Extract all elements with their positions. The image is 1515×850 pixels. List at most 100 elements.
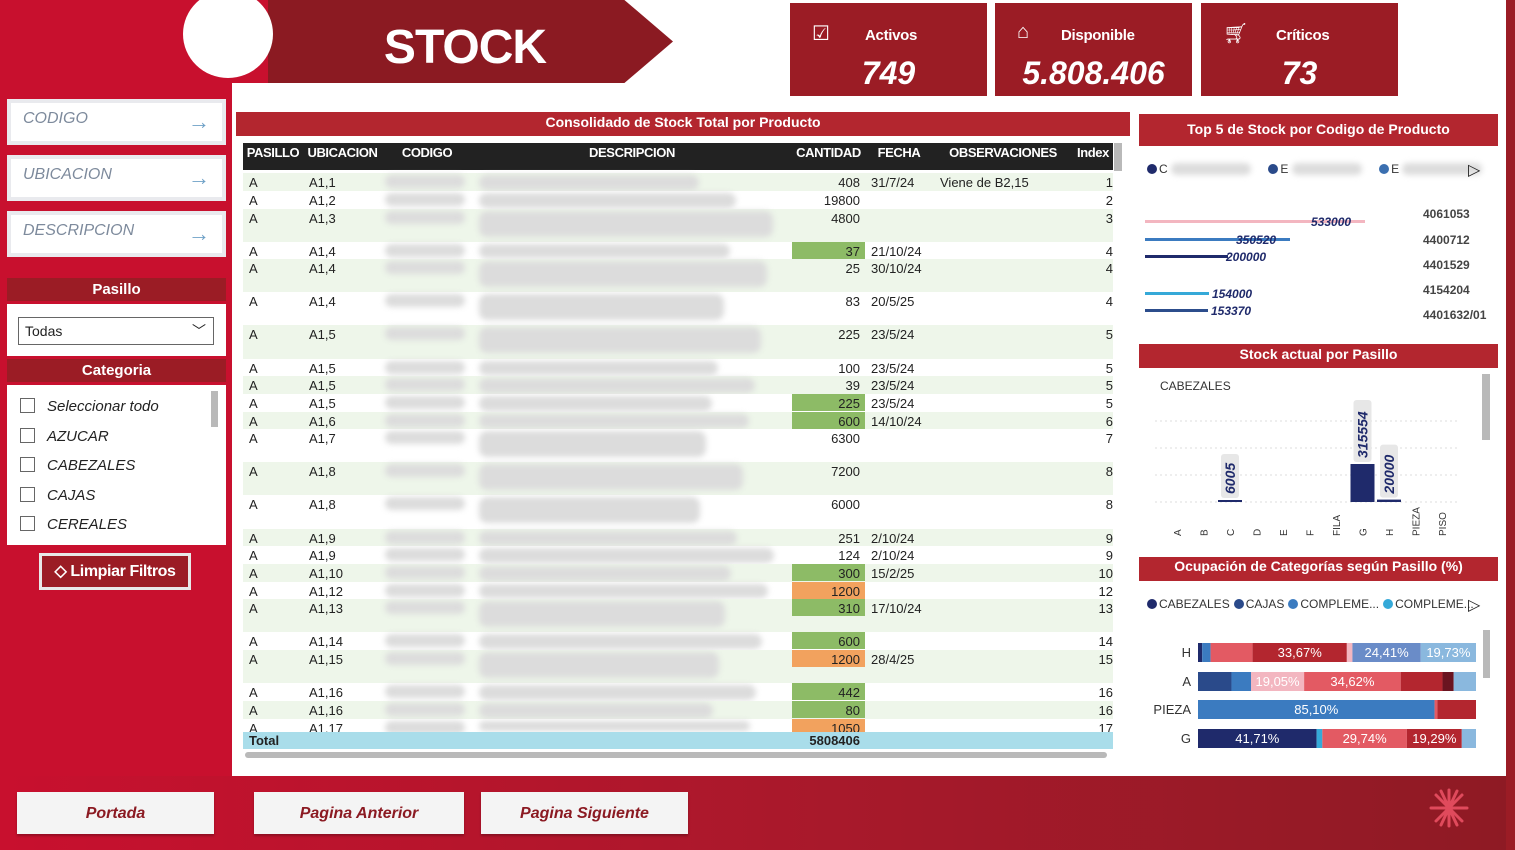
cell-ubicacion: A1,7 xyxy=(309,431,336,446)
table-row[interactable]: A A1,9 251 2/10/24 9 xyxy=(243,529,1113,546)
checkbox-icon[interactable] xyxy=(20,398,35,413)
cell-fecha: 14/10/24 xyxy=(871,414,922,429)
codigo-search[interactable]: CODIGO → xyxy=(7,99,226,145)
pasillo-chart-scrollbar[interactable] xyxy=(1482,374,1490,440)
checkbox-icon[interactable] xyxy=(20,428,35,443)
checkbox-icon[interactable] xyxy=(20,516,35,531)
table-row[interactable]: A A1,8 6000 8 xyxy=(243,495,1113,529)
col-header[interactable]: CANTIDAD xyxy=(792,145,865,160)
ocupacion-segment[interactable] xyxy=(1453,672,1476,691)
table-row[interactable]: A A1,17 1050 17 xyxy=(243,719,1113,736)
ocupacion-segment[interactable] xyxy=(1400,672,1443,691)
descripcion-search[interactable]: DESCRIPCION → xyxy=(7,211,226,257)
ocupacion-segment[interactable] xyxy=(1437,700,1476,719)
pasillo-tick-label: B xyxy=(1200,529,1211,536)
pasillo-dropdown[interactable]: Todas ﹀ xyxy=(18,317,214,345)
categoria-checkbox[interactable]: CAJAS xyxy=(20,487,95,504)
table-row[interactable]: A A1,16 80 16 xyxy=(243,701,1113,719)
arrow-right-icon[interactable]: → xyxy=(188,165,210,191)
table-row[interactable]: A A1,5 225 23/5/24 5 xyxy=(243,394,1113,412)
categoria-checkbox[interactable]: AZUCAR xyxy=(20,428,109,445)
cell-cantidad: 408 xyxy=(838,175,860,190)
categoria-checkbox[interactable]: CEREALES xyxy=(20,516,127,533)
pasillo-tick-label: H xyxy=(1385,529,1396,536)
table-total-row: Total 5808406 xyxy=(243,732,1113,749)
previous-page-button[interactable]: Pagina Anterior xyxy=(254,792,464,834)
ocupacion-segment[interactable] xyxy=(1198,672,1232,691)
redacted-codigo xyxy=(385,548,465,561)
ubicacion-search[interactable]: UBICACION → xyxy=(7,155,226,201)
checkbox-icon[interactable] xyxy=(20,457,35,472)
pasillo-tick-label: F xyxy=(1306,530,1317,536)
table-row[interactable]: A A1,5 225 23/5/24 5 xyxy=(243,325,1113,359)
col-header[interactable]: FECHA xyxy=(865,145,933,160)
cell-fecha: 20/5/25 xyxy=(871,294,915,309)
table-row[interactable]: A A1,16 442 16 xyxy=(243,683,1113,701)
top5-bar[interactable] xyxy=(1145,292,1209,295)
arrow-right-icon[interactable]: → xyxy=(188,109,210,135)
table-row[interactable]: A A1,8 7200 8 xyxy=(243,462,1113,495)
table-vertical-scrollbar[interactable] xyxy=(1114,143,1122,171)
cell-cantidad: 19800 xyxy=(823,193,860,208)
col-header[interactable]: UBICACION xyxy=(305,145,380,160)
table-horizontal-scrollbar[interactable] xyxy=(245,752,1107,758)
cell-ubicacion: A1,1 xyxy=(309,175,336,190)
table-row[interactable]: A A1,6 600 14/10/24 6 xyxy=(243,412,1113,429)
categoria-scrollbar[interactable] xyxy=(211,391,218,427)
ocupacion-segment[interactable] xyxy=(1346,643,1353,662)
col-header[interactable]: DESCRIPCION xyxy=(473,145,791,160)
checkbox-icon[interactable] xyxy=(20,487,35,502)
redacted-descripcion xyxy=(479,548,774,563)
table-row[interactable]: A A1,14 600 14 xyxy=(243,632,1113,650)
clear-filters-button[interactable]: ◇ Limpiar Filtros xyxy=(39,553,191,590)
ocupacion-segment[interactable] xyxy=(1198,643,1203,662)
table-row[interactable]: A A1,5 100 23/5/24 5 xyxy=(243,359,1113,376)
ocupacion-segment[interactable] xyxy=(1210,643,1253,662)
categoria-checkbox[interactable]: CABEZALES xyxy=(20,457,135,474)
ocupacion-segment[interactable] xyxy=(1434,700,1438,719)
ocupacion-segment[interactable] xyxy=(1316,729,1323,748)
col-header[interactable]: OBSERVACIONES xyxy=(933,145,1073,160)
cell-cantidad: 4800 xyxy=(831,211,860,226)
categoria-checkbox[interactable]: Seleccionar todo xyxy=(20,398,159,415)
table-row[interactable]: A A1,15 1200 28/4/25 15 xyxy=(243,650,1113,683)
ocupacion-segment[interactable] xyxy=(1442,672,1454,691)
top5-bar[interactable] xyxy=(1145,255,1228,258)
table-row[interactable]: A A1,4 37 21/10/24 4 xyxy=(243,242,1113,259)
table-row[interactable]: A A1,7 6300 7 xyxy=(243,429,1113,462)
col-header[interactable]: CODIGO xyxy=(383,145,471,160)
categoria-label: CAJAS xyxy=(47,487,96,504)
pasillo-bar[interactable] xyxy=(1377,499,1401,502)
table-row[interactable]: A A1,9 124 2/10/24 9 xyxy=(243,546,1113,564)
table-row[interactable]: A A1,2 19800 2 xyxy=(243,191,1113,209)
col-header[interactable]: Index xyxy=(1073,145,1113,160)
redacted-codigo xyxy=(385,261,465,274)
cell-pasillo: A xyxy=(249,175,258,190)
table-row[interactable]: A A1,13 310 17/10/24 13 xyxy=(243,599,1113,632)
portada-button[interactable]: Portada xyxy=(17,792,214,834)
table-row[interactable]: A A1,5 39 23/5/24 5 xyxy=(243,376,1113,394)
next-page-button[interactable]: Pagina Siguiente xyxy=(481,792,688,834)
cell-cantidad: 37 xyxy=(792,242,865,259)
cell-cantidad: 83 xyxy=(845,294,860,309)
arrow-right-icon[interactable]: → xyxy=(188,221,210,247)
pasillo-bar[interactable] xyxy=(1218,500,1242,502)
table-row[interactable]: A A1,1 408 31/7/24 Viene de B2,15 1 xyxy=(243,173,1113,191)
redacted-descripcion xyxy=(479,464,743,490)
ocupacion-segment[interactable] xyxy=(1202,643,1211,662)
table-row[interactable]: A A1,12 1200 12 xyxy=(243,582,1113,599)
ocupacion-segment[interactable] xyxy=(1461,729,1476,748)
legend-next-icon[interactable]: ▷ xyxy=(1468,160,1480,180)
cell-ubicacion: A1,6 xyxy=(309,414,336,429)
col-header[interactable]: PASILLO xyxy=(243,145,303,160)
ocupacion-scrollbar[interactable] xyxy=(1483,630,1490,678)
pasillo-bar[interactable] xyxy=(1350,464,1375,502)
table-row[interactable]: A A1,3 4800 3 xyxy=(243,209,1113,242)
table-row[interactable]: A A1,4 25 30/10/24 4 xyxy=(243,259,1113,292)
table-row[interactable]: A A1,10 300 15/2/25 10 xyxy=(243,564,1113,582)
legend-next-icon[interactable]: ▷ xyxy=(1468,595,1480,615)
kpi-value: 749 xyxy=(861,55,916,91)
ocupacion-segment[interactable] xyxy=(1231,672,1251,691)
table-row[interactable]: A A1,4 83 20/5/25 4 xyxy=(243,292,1113,325)
top5-bar[interactable] xyxy=(1145,309,1208,312)
